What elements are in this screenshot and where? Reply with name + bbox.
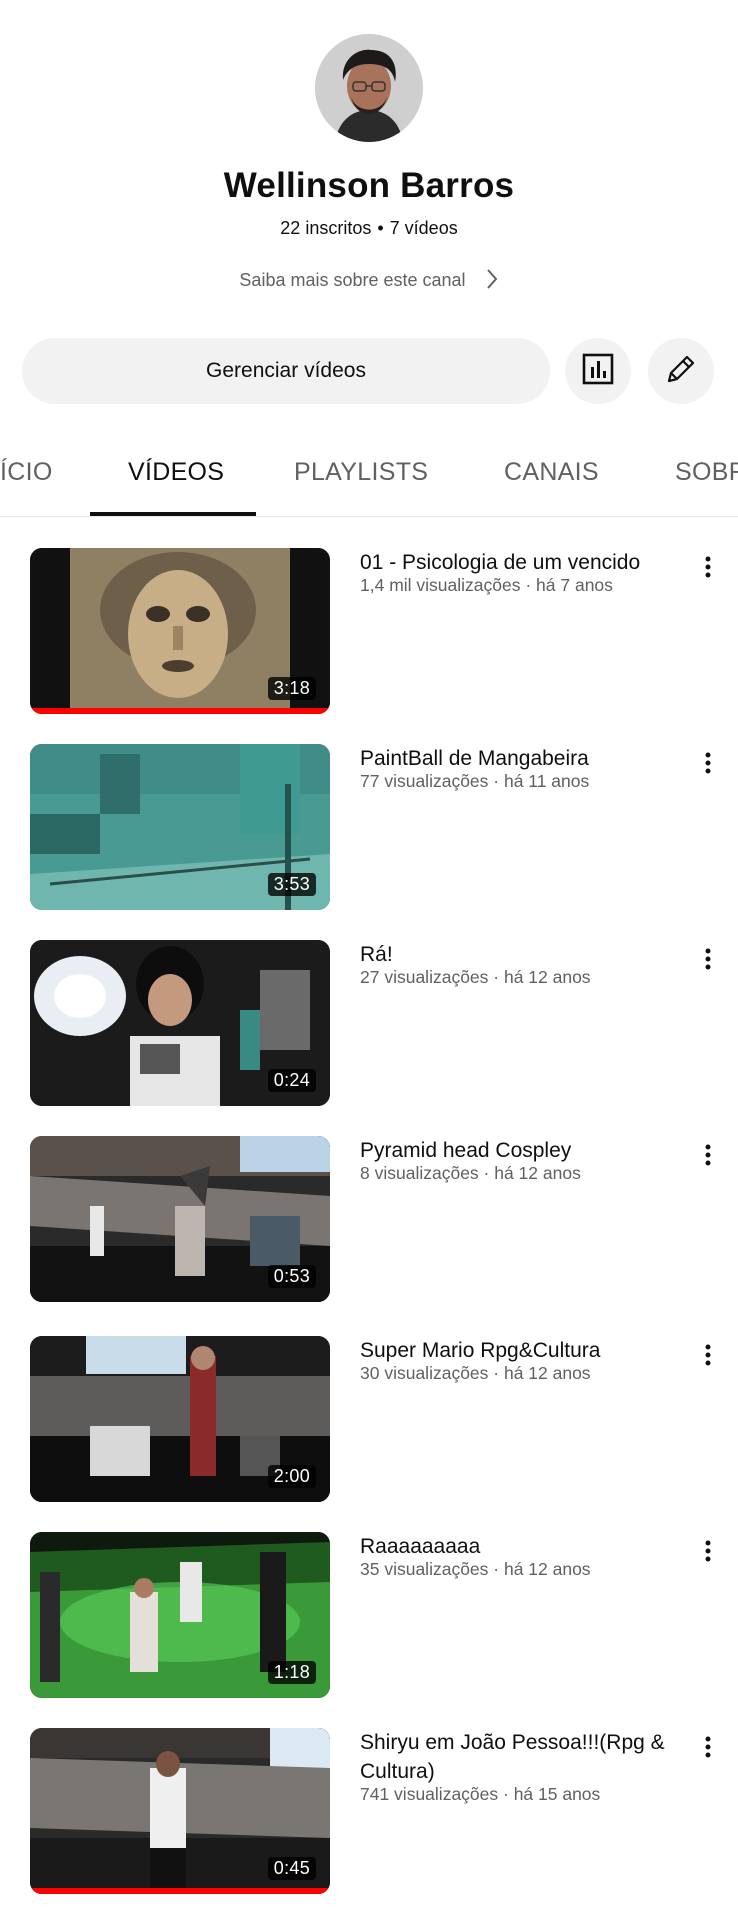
pencil-icon: [663, 351, 699, 392]
video-thumbnail[interactable]: 1:18: [30, 1532, 330, 1698]
video-thumbnail[interactable]: 0:45: [30, 1728, 330, 1894]
video-duration: 3:53: [267, 873, 316, 896]
watch-progress-bar: [30, 1888, 330, 1894]
manage-videos-button[interactable]: Gerenciar vídeos: [22, 338, 550, 404]
more-vert-icon[interactable]: [696, 1536, 720, 1566]
subscriber-count: 22 inscritos: [280, 218, 372, 238]
video-thumbnail[interactable]: 3:53: [30, 744, 330, 910]
video-item[interactable]: 3:18 01 - Psicologia de um vencido 1,4 m…: [0, 548, 738, 716]
video-item[interactable]: 1:18 Raaaaaaaaa 35 visualizações · há 12…: [0, 1532, 738, 1700]
tab-playlists[interactable]: PLAYLISTS: [294, 458, 428, 487]
active-tab-indicator: [90, 512, 256, 516]
video-meta: 741 visualizações · há 15 anos: [360, 1784, 601, 1804]
more-vert-icon[interactable]: [696, 944, 720, 974]
analytics-button[interactable]: [565, 338, 631, 404]
channel-name: Wellinson Barros: [223, 166, 515, 205]
video-item[interactable]: 0:24 Rá! 27 visualizações · há 12 anos: [0, 940, 738, 1108]
manage-videos-label: Gerenciar vídeos: [206, 359, 366, 382]
video-title[interactable]: Pyramid head Cospley: [360, 1136, 690, 1165]
video-duration: 0:45: [267, 1857, 316, 1880]
video-thumbnail[interactable]: 0:24: [30, 940, 330, 1106]
channel-tabs: ÍCIO VÍDEOS PLAYLISTS CANAIS SOBR: [0, 428, 738, 517]
more-vert-icon[interactable]: [696, 1340, 720, 1370]
video-meta: 77 visualizações · há 11 anos: [360, 771, 590, 791]
video-item[interactable]: 3:53 PaintBall de Mangabeira 77 visualiz…: [0, 744, 738, 912]
video-duration: 1:18: [267, 1661, 316, 1684]
channel-header: Wellinson Barros 22 inscritos • 7 vídeos S…: [0, 0, 738, 420]
analytics-icon: [581, 352, 615, 391]
video-duration: 0:24: [267, 1069, 316, 1092]
chevron-right-icon: [485, 268, 499, 295]
video-duration: 0:53: [267, 1265, 316, 1288]
tab-videos[interactable]: VÍDEOS: [128, 458, 224, 487]
video-item[interactable]: 2:00 Super Mario Rpg&Cultura 30 visualiz…: [0, 1336, 738, 1504]
video-title[interactable]: Rá!: [360, 940, 690, 969]
about-channel-label: Saiba mais sobre este canal: [239, 270, 466, 290]
video-title[interactable]: Shiryu em João Pessoa!!!(Rpg & Cultura): [360, 1728, 690, 1786]
tab-channels[interactable]: CANAIS: [504, 458, 599, 487]
tab-about[interactable]: SOBR: [675, 458, 738, 487]
edit-channel-button[interactable]: [648, 338, 714, 404]
video-title[interactable]: Raaaaaaaaa: [360, 1532, 690, 1561]
more-vert-icon[interactable]: [696, 1140, 720, 1170]
video-thumbnail[interactable]: 2:00: [30, 1336, 330, 1502]
video-meta: 1,4 mil visualizações · há 7 anos: [360, 575, 613, 595]
video-item[interactable]: 0:45 Shiryu em João Pessoa!!!(Rpg & Cult…: [0, 1728, 738, 1896]
video-meta: 8 visualizações · há 12 anos: [360, 1163, 581, 1183]
video-count: 7 vídeos: [389, 218, 458, 238]
more-vert-icon[interactable]: [696, 1732, 720, 1762]
video-meta: 30 visualizações · há 12 anos: [360, 1363, 591, 1383]
more-vert-icon[interactable]: [696, 748, 720, 778]
video-meta: 27 visualizações · há 12 anos: [360, 967, 591, 987]
about-channel-link[interactable]: Saiba mais sobre este canal: [0, 268, 738, 295]
channel-avatar[interactable]: [315, 34, 423, 142]
video-title[interactable]: Super Mario Rpg&Cultura: [360, 1336, 690, 1365]
video-thumbnail[interactable]: 0:53: [30, 1136, 330, 1302]
watch-progress-bar: [30, 708, 330, 714]
video-title[interactable]: 01 - Psicologia de um vencido: [360, 548, 690, 577]
video-item[interactable]: 0:53 Pyramid head Cospley 8 visualizaçõe…: [0, 1136, 738, 1304]
video-thumbnail[interactable]: 3:18: [30, 548, 330, 714]
video-title[interactable]: PaintBall de Mangabeira: [360, 744, 690, 773]
tab-home[interactable]: ÍCIO: [0, 458, 53, 487]
video-duration: 2:00: [267, 1465, 316, 1488]
video-meta: 35 visualizações · há 12 anos: [360, 1559, 591, 1579]
channel-stats: 22 inscritos • 7 vídeos: [0, 218, 738, 239]
more-vert-icon[interactable]: [696, 552, 720, 582]
meta-separator: •: [377, 218, 384, 238]
video-duration: 3:18: [267, 677, 316, 700]
